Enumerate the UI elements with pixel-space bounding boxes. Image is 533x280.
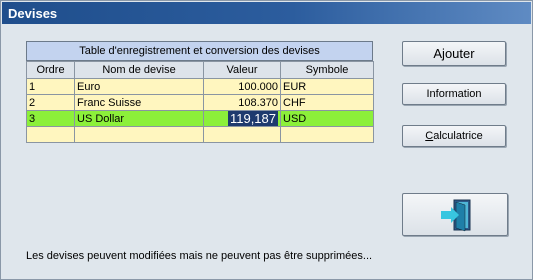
- information-button[interactable]: Information: [402, 83, 506, 105]
- cell-ordre[interactable]: 3: [26, 110, 75, 127]
- table-row-empty[interactable]: [26, 126, 374, 143]
- cell-ordre[interactable]: 1: [26, 78, 75, 95]
- column-header-symbole[interactable]: Symbole: [280, 61, 374, 79]
- cell-symbole[interactable]: EUR: [280, 78, 374, 95]
- currency-table: Ordre Nom de devise Valeur Symbole 1 Eur…: [26, 61, 374, 143]
- window-title: Devises: [2, 2, 531, 24]
- calculatrice-accelerator: C: [425, 130, 434, 142]
- column-header-nom[interactable]: Nom de devise: [74, 61, 204, 79]
- table-row[interactable]: 1 Euro 100.000 EUR: [26, 78, 374, 95]
- ajouter-button[interactable]: Ajouter: [402, 41, 506, 66]
- cell-nom[interactable]: US Dollar: [74, 110, 204, 127]
- status-message: Les devises peuvent modifiées mais ne pe…: [26, 250, 373, 262]
- valeur-edit-input[interactable]: 119,187: [227, 111, 278, 126]
- cell-empty[interactable]: [26, 126, 75, 143]
- table-row-selected[interactable]: 3 US Dollar 119,187 USD: [26, 110, 374, 127]
- cell-empty[interactable]: [74, 126, 204, 143]
- calculatrice-button[interactable]: Calculatrice: [402, 125, 506, 147]
- exit-door-icon: [441, 199, 471, 232]
- devises-window: Devises Table d'enregistrement et conver…: [0, 0, 533, 280]
- calculatrice-label: alculatrice: [433, 130, 483, 142]
- table-header-row: Ordre Nom de devise Valeur Symbole: [26, 61, 374, 79]
- cell-symbole[interactable]: CHF: [280, 94, 374, 111]
- cell-nom[interactable]: Euro: [74, 78, 204, 95]
- cell-valeur[interactable]: 100.000: [203, 78, 281, 95]
- cell-symbole[interactable]: USD: [280, 110, 374, 127]
- table-caption: Table d'enregistrement et conversion des…: [26, 41, 373, 61]
- column-header-ordre[interactable]: Ordre: [26, 61, 75, 79]
- cell-empty[interactable]: [280, 126, 374, 143]
- column-header-valeur[interactable]: Valeur: [203, 61, 281, 79]
- cell-nom[interactable]: Franc Suisse: [74, 94, 204, 111]
- cell-valeur[interactable]: 108.370: [203, 94, 281, 111]
- cell-empty[interactable]: [203, 126, 281, 143]
- cell-ordre[interactable]: 2: [26, 94, 75, 111]
- table-row[interactable]: 2 Franc Suisse 108.370 CHF: [26, 94, 374, 111]
- exit-button[interactable]: [402, 193, 508, 236]
- cell-valeur-editing[interactable]: 119,187: [203, 110, 281, 127]
